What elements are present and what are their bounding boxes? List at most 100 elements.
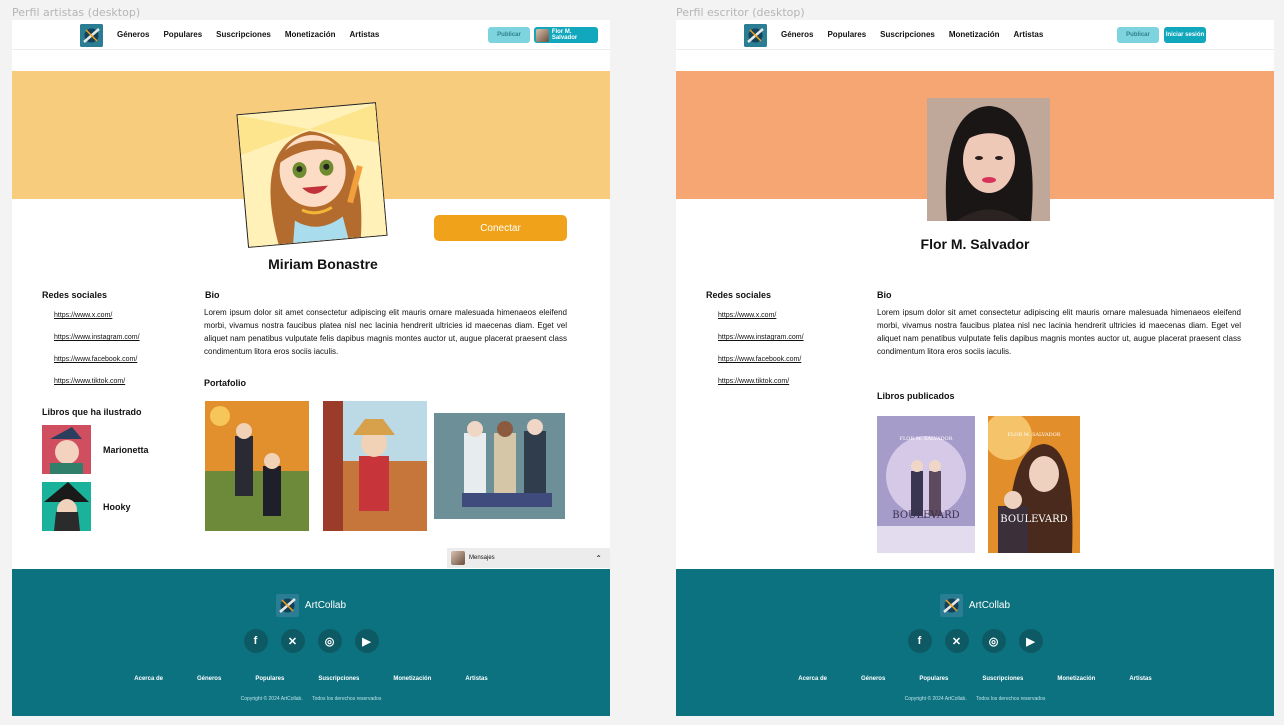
frame-label-writer: Perfil escritor (desktop) (676, 6, 805, 19)
bio-title: Bio (877, 290, 892, 300)
footer-logo[interactable] (939, 594, 963, 617)
messages-label: Mensajes (469, 555, 495, 561)
footer-link-acerca[interactable]: Acerca de (798, 676, 827, 682)
book-cover-2[interactable]: FLOR M. SALVADOR BOULEVARD (988, 416, 1080, 553)
top-nav: Géneros Populares Suscripciones Monetiza… (676, 20, 1274, 50)
book-item-marionetta[interactable]: Marionetta (42, 425, 149, 474)
nav-monetizacion[interactable]: Monetización (285, 30, 336, 39)
social-link-tiktok[interactable]: https://www.tiktok.com/ (718, 378, 789, 385)
portfolio-image-2[interactable] (323, 401, 427, 531)
portfolio-image-3[interactable] (434, 413, 565, 519)
writer-profile-frame: Géneros Populares Suscripciones Monetiza… (676, 20, 1274, 716)
frame-label-artist: Perfil artistas (desktop) (12, 6, 141, 19)
x-icon[interactable]: ✕ (944, 629, 969, 653)
footer-link-acerca[interactable]: Acerca de (134, 676, 163, 682)
publish-button[interactable]: Publicar (1117, 27, 1159, 43)
writer-photo (927, 98, 1050, 221)
footer-link-suscripciones[interactable]: Suscripciones (982, 676, 1023, 682)
footer-link-artistas[interactable]: Artistas (465, 676, 487, 682)
artist-profile-frame: Géneros Populares Suscripciones Monetiza… (12, 20, 610, 716)
login-button[interactable]: Iniciar sesión (1164, 27, 1206, 43)
connect-button[interactable]: Conectar (434, 215, 567, 241)
nav-links: Géneros Populares Suscripciones Monetiza… (117, 30, 379, 39)
footer-link-populares[interactable]: Populares (919, 676, 948, 682)
youtube-icon[interactable]: ▶ (1018, 629, 1043, 653)
cover-1-author: FLOR M. SALVADOR (899, 436, 953, 442)
rights-text: Todos los derechos reservados (312, 696, 382, 702)
portfolio-image-1[interactable] (205, 401, 309, 531)
copyright-text: Copyright © 2024 ArtCollab. (240, 696, 303, 702)
x-icon[interactable]: ✕ (280, 629, 305, 653)
portfolio-title: Portafolio (204, 378, 246, 388)
writer-name: Flor M. Salvador (920, 236, 1030, 252)
book-item-hooky[interactable]: Hooky (42, 482, 131, 531)
books-title: Libros que ha ilustrado (42, 407, 142, 417)
instagram-icon[interactable]: ◎ (317, 629, 342, 653)
footer-copyright: Copyright © 2024 ArtCollab. Todos los de… (676, 696, 1274, 702)
footer-links: Acerca de Géneros Populares Suscripcione… (676, 676, 1274, 682)
books-title: Libros publicados (877, 391, 955, 401)
social-link-instagram[interactable]: https://www.instagram.com/ (54, 334, 140, 341)
user-menu-button[interactable]: Flor M. Salvador (534, 27, 598, 43)
footer-brand: ArtCollab (12, 594, 610, 617)
nav-suscripciones[interactable]: Suscripciones (880, 30, 935, 39)
facebook-icon[interactable]: f (243, 629, 268, 653)
publish-button[interactable]: Publicar (488, 27, 530, 43)
footer-copyright: Copyright © 2024 ArtCollab. Todos los de… (12, 696, 610, 702)
nav-populares[interactable]: Populares (827, 30, 866, 39)
artcollab-logo[interactable] (80, 24, 103, 47)
nav-generos[interactable]: Géneros (781, 30, 813, 39)
footer-link-generos[interactable]: Géneros (197, 676, 221, 682)
social-link-x[interactable]: https://www.x.com/ (54, 312, 112, 319)
nav-artistas[interactable]: Artistas (350, 30, 380, 39)
footer: ArtCollab f ✕ ◎ ▶ Acerca de Géneros Popu… (676, 569, 1274, 716)
footer-social-icons: f ✕ ◎ ▶ (12, 629, 610, 653)
book-label-marionetta: Marionetta (103, 444, 149, 455)
bio-text: Lorem ipsum dolor sit amet consectetur a… (204, 308, 567, 356)
nav-links: Géneros Populares Suscripciones Monetiza… (781, 30, 1043, 39)
footer: ArtCollab f ✕ ◎ ▶ Acerca de Géneros Popu… (12, 569, 610, 716)
footer-link-populares[interactable]: Populares (255, 676, 284, 682)
cover-2-author: FLOR M. SALVADOR (1007, 432, 1061, 438)
footer-brand: ArtCollab (676, 594, 1274, 617)
chevron-up-icon[interactable]: ⌃ (595, 554, 602, 563)
artist-avatar (236, 102, 388, 248)
cover-2-title: BOULEVARD (1000, 514, 1068, 525)
book-cover-hooky (42, 482, 91, 531)
artist-name: Miriam Bonastre (268, 256, 378, 272)
youtube-icon[interactable]: ▶ (354, 629, 379, 653)
artcollab-logo[interactable] (744, 24, 767, 47)
cover-1-title: BOULEVARD (892, 510, 960, 521)
footer-brand-name: ArtCollab (304, 600, 347, 611)
nav-artistas[interactable]: Artistas (1014, 30, 1044, 39)
footer-link-artistas[interactable]: Artistas (1129, 676, 1151, 682)
footer-brand-name: ArtCollab (968, 600, 1011, 611)
nav-suscripciones[interactable]: Suscripciones (216, 30, 271, 39)
book-cover-1[interactable]: FLOR M. SALVADOR BOULEVARD (877, 416, 975, 553)
copyright-text: Copyright © 2024 ArtCollab. (904, 696, 967, 702)
book-label-hooky: Hooky (103, 501, 131, 512)
footer-logo[interactable] (275, 594, 299, 617)
top-nav: Géneros Populares Suscripciones Monetiza… (12, 20, 610, 50)
social-link-x[interactable]: https://www.x.com/ (718, 312, 776, 319)
nav-monetizacion[interactable]: Monetización (949, 30, 1000, 39)
instagram-icon[interactable]: ◎ (981, 629, 1006, 653)
messages-bar[interactable]: Mensajes ⌃ (447, 548, 610, 568)
footer-social-icons: f ✕ ◎ ▶ (676, 629, 1274, 653)
facebook-icon[interactable]: f (907, 629, 932, 653)
nav-populares[interactable]: Populares (163, 30, 202, 39)
user-name: Flor M. Salvador (551, 29, 578, 41)
social-link-facebook[interactable]: https://www.facebook.com/ (718, 356, 801, 363)
footer-link-monetizacion[interactable]: Monetización (393, 676, 431, 682)
social-link-tiktok[interactable]: https://www.tiktok.com/ (54, 378, 125, 385)
nav-generos[interactable]: Géneros (117, 30, 149, 39)
messages-avatar (451, 551, 465, 565)
footer-link-generos[interactable]: Géneros (861, 676, 885, 682)
bio-title: Bio (205, 290, 220, 300)
social-link-instagram[interactable]: https://www.instagram.com/ (718, 334, 804, 341)
social-title: Redes sociales (42, 290, 108, 300)
footer-link-monetizacion[interactable]: Monetización (1057, 676, 1095, 682)
footer-link-suscripciones[interactable]: Suscripciones (318, 676, 359, 682)
social-link-facebook[interactable]: https://www.facebook.com/ (54, 356, 137, 363)
social-title: Redes sociales (706, 290, 772, 300)
